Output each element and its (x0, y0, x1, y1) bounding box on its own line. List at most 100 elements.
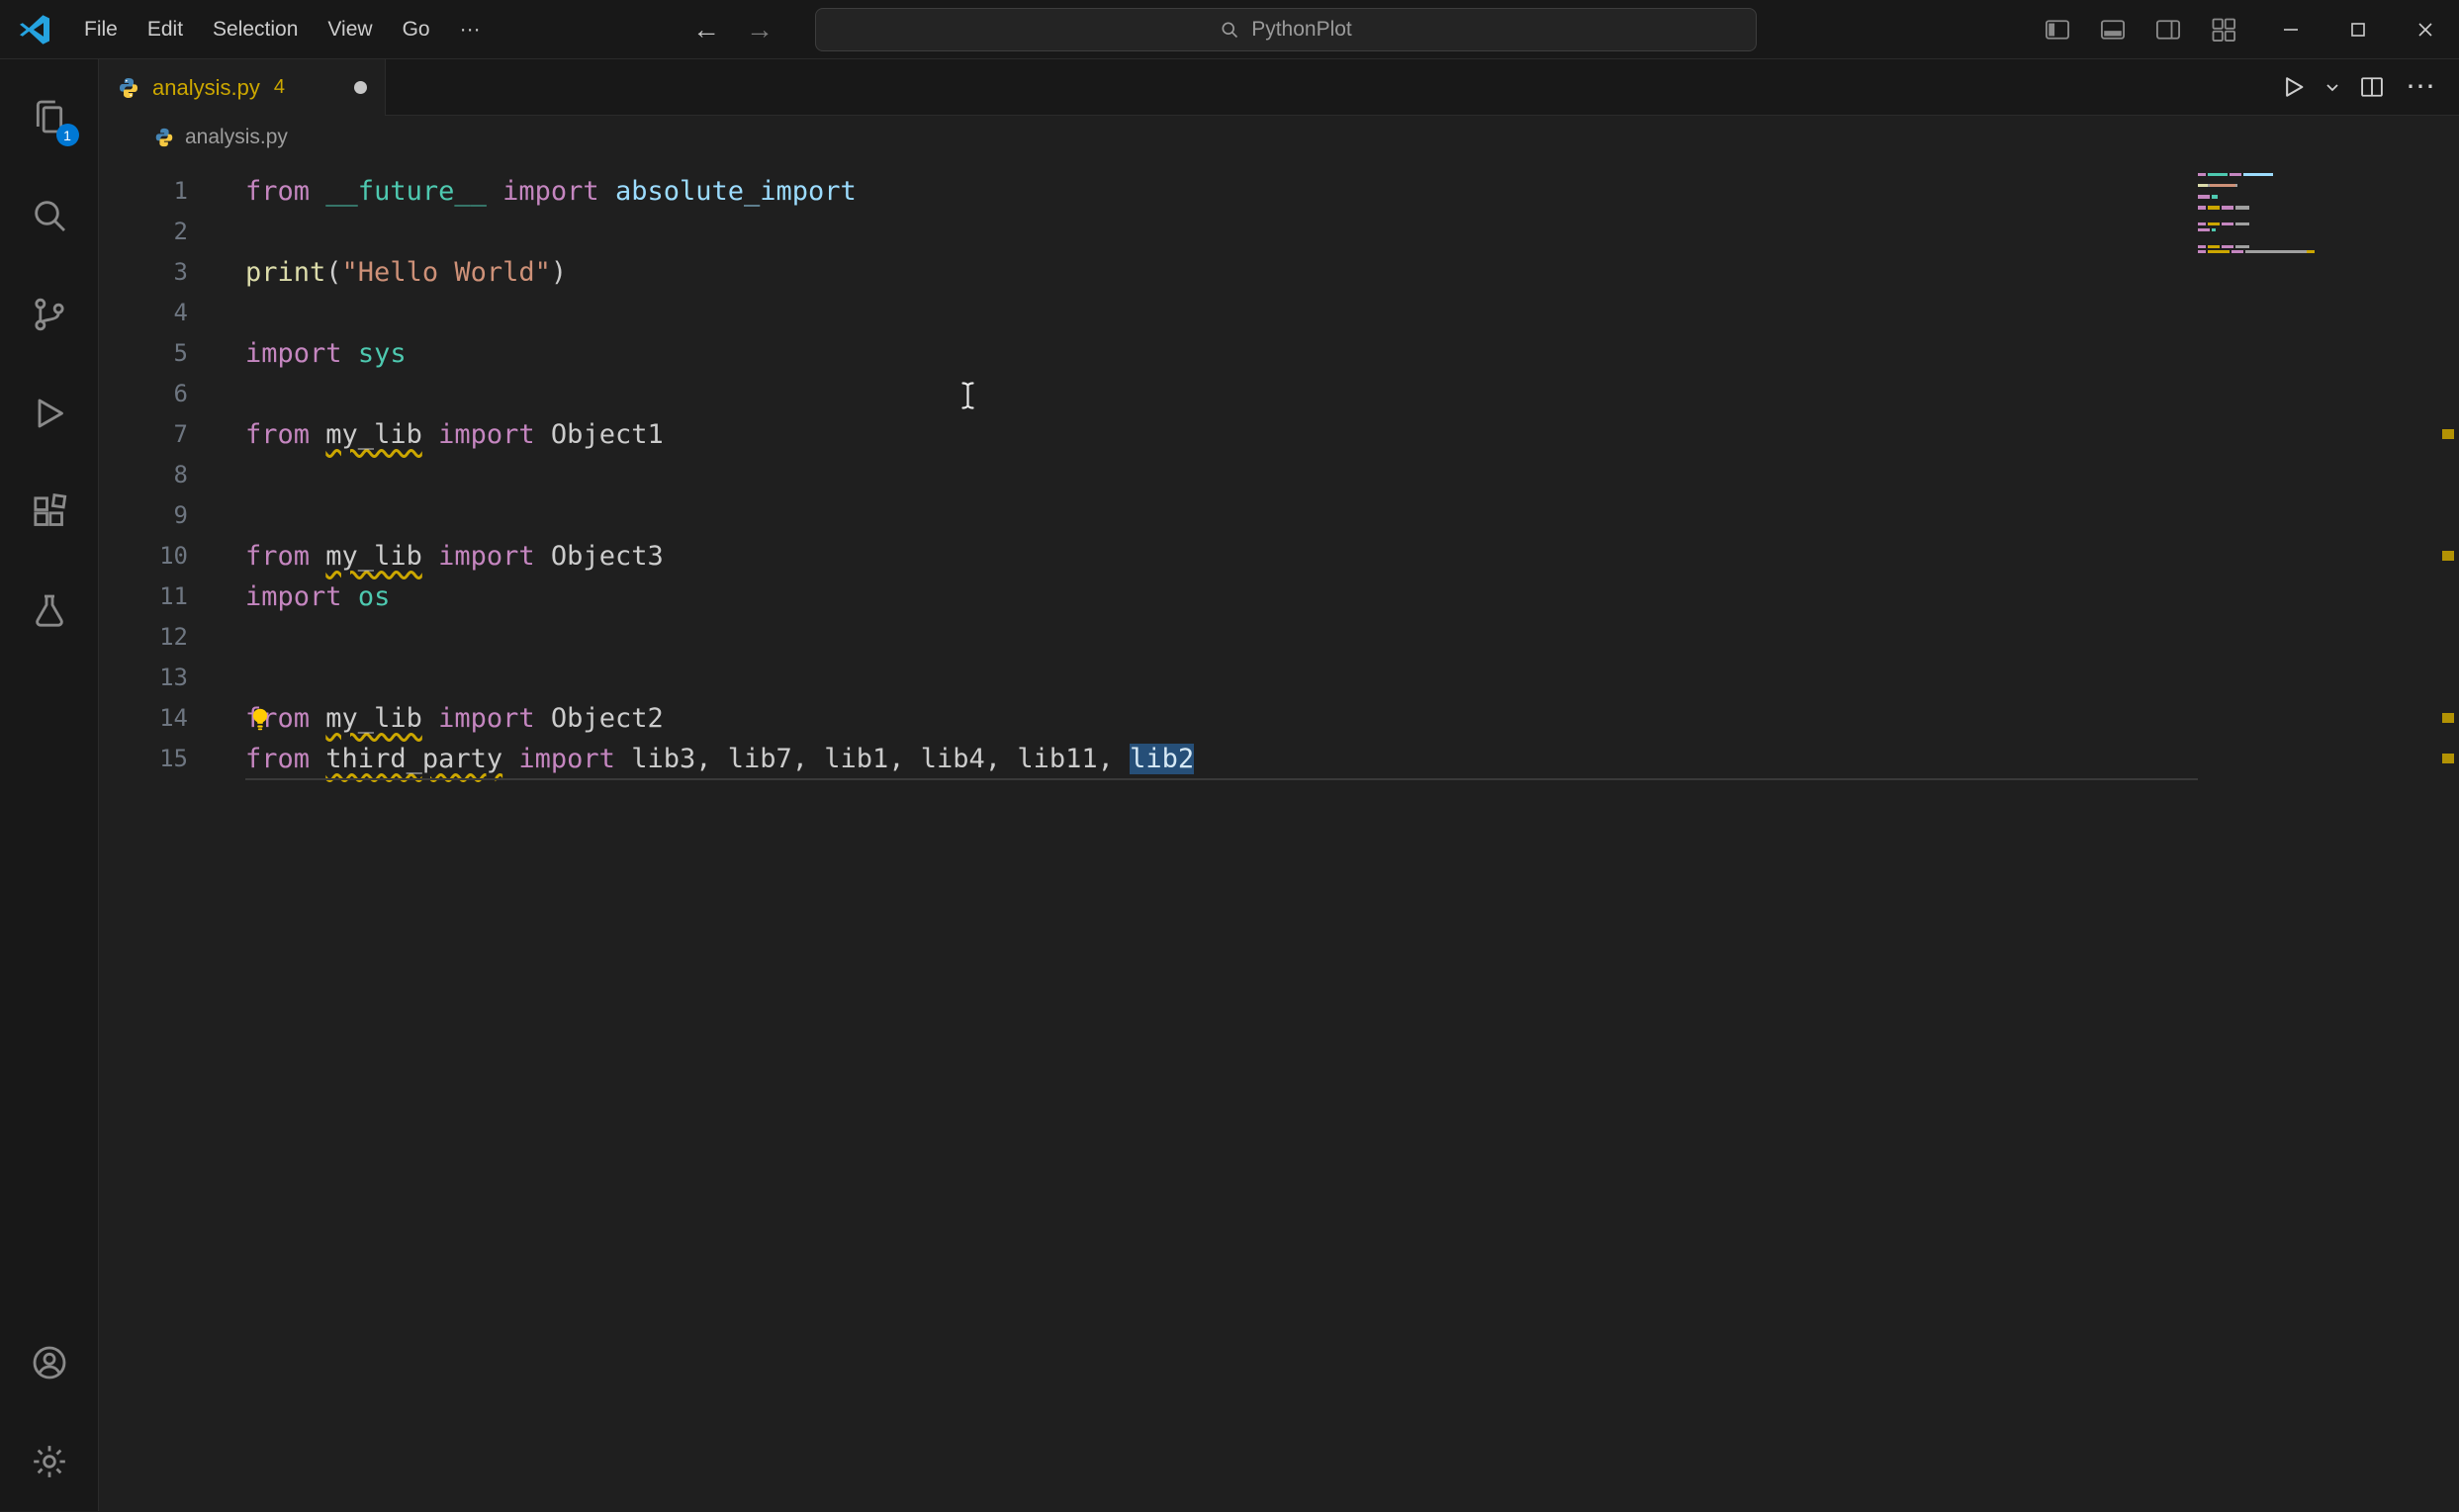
code-line-6[interactable]: 6 (99, 374, 2198, 414)
menu-overflow[interactable]: ··· (445, 0, 496, 58)
back-arrow-icon[interactable]: ← (692, 14, 720, 45)
toggle-panel-icon[interactable] (2093, 10, 2133, 49)
history-nav: ← → (692, 0, 774, 59)
forward-arrow-icon[interactable]: → (746, 14, 774, 45)
code-line-3[interactable]: 3print("Hello World") (99, 252, 2198, 293)
code-token: from (245, 541, 310, 572)
source-control-icon[interactable] (0, 265, 99, 364)
code-token: ( (325, 257, 341, 288)
overview-ruler[interactable] (2437, 159, 2459, 1511)
code-text: import os (188, 577, 390, 617)
code-line-9[interactable]: 9 (99, 495, 2198, 536)
tab-analysis-py[interactable]: analysis.py 4 (99, 59, 386, 116)
more-actions-icon[interactable]: ⋯ (2400, 72, 2441, 102)
minimap-line (2198, 233, 2433, 236)
menu-file[interactable]: File (69, 0, 133, 58)
code-text: print("Hello World") (188, 252, 567, 293)
code-line-12[interactable]: 12 (99, 617, 2198, 658)
code-text (188, 455, 245, 495)
search-sidebar-icon[interactable] (0, 166, 99, 265)
code-token (310, 541, 325, 572)
code-line-15[interactable]: 15from third_party import lib3, lib7, li… (99, 739, 2198, 779)
code-token: my_lib (325, 703, 422, 734)
warning-mark (2442, 754, 2454, 763)
line-number: 15 (99, 739, 188, 779)
tab-bar-empty-space: ⋯ (386, 59, 2459, 116)
customize-layout-icon[interactable] (2204, 10, 2243, 49)
modified-dot-icon[interactable] (354, 81, 367, 94)
code-token: my_lib (325, 541, 422, 572)
menu-go[interactable]: Go (388, 0, 445, 58)
code-token: Object1 (551, 419, 664, 450)
code-token: "Hello World" (342, 257, 551, 288)
extensions-icon[interactable] (0, 463, 99, 562)
minimap-line (2198, 245, 2433, 248)
breadcrumb: analysis.py (99, 116, 2459, 159)
code-line-13[interactable]: 13 (99, 658, 2198, 698)
code-line-10[interactable]: 10from my_lib import Object3 (99, 536, 2198, 577)
run-dropdown-chevron-icon[interactable] (2321, 75, 2344, 99)
menu-selection[interactable]: Selection (198, 0, 313, 58)
code-token (599, 176, 615, 207)
vscode-logo-icon (0, 12, 69, 47)
minimap-line (2198, 239, 2433, 242)
code-token (310, 703, 325, 734)
lightbulb-icon[interactable] (247, 706, 273, 732)
line-number: 14 (99, 698, 188, 739)
code-lines: 1from __future__ import absolute_import2… (99, 171, 2459, 779)
code-token: import (438, 703, 535, 734)
run-debug-icon[interactable] (0, 364, 99, 463)
code-line-1[interactable]: 1from __future__ import absolute_import (99, 171, 2198, 212)
minimap-line (2198, 250, 2433, 253)
window-controls (2257, 0, 2459, 59)
warning-mark (2442, 713, 2454, 723)
code-line-8[interactable]: 8 (99, 455, 2198, 495)
code-token: from (245, 419, 310, 450)
code-token: import (502, 176, 599, 207)
code-token: Object3 (551, 541, 664, 572)
line-number: 7 (99, 414, 188, 455)
search-icon (1220, 20, 1239, 40)
code-token (487, 176, 502, 207)
code-token: import (438, 419, 535, 450)
command-center-search[interactable]: PythonPlot (815, 8, 1757, 51)
python-file-icon (153, 127, 175, 148)
code-token: print (245, 257, 325, 288)
testing-icon[interactable] (0, 562, 99, 661)
code-text: from my_lib import Object1 (188, 414, 664, 455)
code-token (342, 581, 358, 612)
title-bar: FileEditSelectionViewGo··· ← → PythonPlo… (0, 0, 2459, 59)
line-number: 3 (99, 252, 188, 293)
explorer-icon[interactable]: 1 (0, 67, 99, 166)
settings-gear-icon[interactable] (0, 1412, 99, 1511)
menu-view[interactable]: View (313, 0, 387, 58)
code-text (188, 617, 245, 658)
code-line-11[interactable]: 11import os (99, 577, 2198, 617)
minimap[interactable] (2198, 173, 2433, 256)
minimap-line (2198, 184, 2433, 187)
code-line-2[interactable]: 2 (99, 212, 2198, 252)
toggle-secondary-sidebar-icon[interactable] (2148, 10, 2188, 49)
code-text (188, 374, 245, 414)
close-button[interactable] (2392, 0, 2459, 59)
line-number: 9 (99, 495, 188, 536)
mouse-ibeam-cursor (959, 381, 976, 410)
maximize-button[interactable] (2324, 0, 2392, 59)
split-editor-icon[interactable] (2354, 69, 2390, 105)
code-line-4[interactable]: 4 (99, 293, 2198, 333)
account-icon[interactable] (0, 1313, 99, 1412)
code-text: from my_lib import Object3 (188, 536, 664, 577)
breadcrumb-file[interactable]: analysis.py (185, 126, 288, 149)
code-line-5[interactable]: 5import sys (99, 333, 2198, 374)
minimap-line (2198, 212, 2433, 215)
code-line-14[interactable]: 14from my_lib import Object2 (99, 698, 2198, 739)
run-file-button[interactable] (2275, 69, 2311, 105)
code-editor[interactable]: 1from __future__ import absolute_import2… (99, 159, 2459, 1511)
menu-edit[interactable]: Edit (133, 0, 198, 58)
code-token: import (245, 338, 342, 369)
code-token (422, 703, 438, 734)
code-line-7[interactable]: 7from my_lib import Object1 (99, 414, 2198, 455)
minimize-button[interactable] (2257, 0, 2324, 59)
toggle-primary-sidebar-icon[interactable] (2038, 10, 2077, 49)
minimap-line (2198, 190, 2433, 193)
